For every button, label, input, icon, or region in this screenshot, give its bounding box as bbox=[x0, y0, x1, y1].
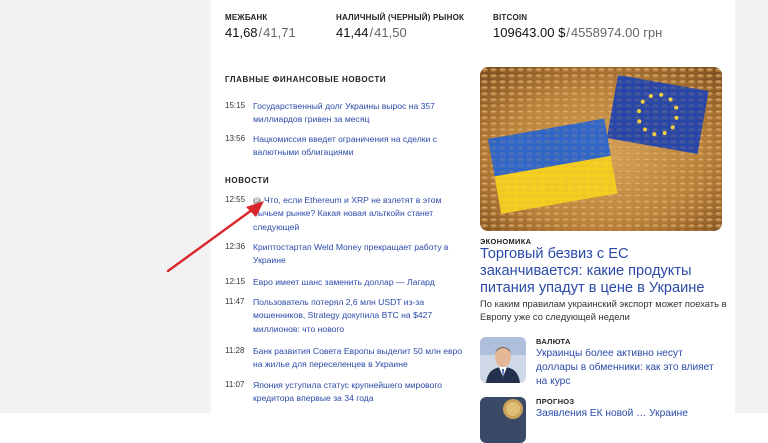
news-time: 11:47 bbox=[225, 297, 245, 306]
news-heading: НОВОСТИ bbox=[225, 176, 270, 185]
interbank-buy: 41,68 bbox=[225, 25, 258, 40]
side-item-thumbnail[interactable] bbox=[480, 337, 526, 383]
interbank-sell: 41,71 bbox=[263, 25, 296, 40]
bitcoin-rate[interactable]: BITCOIN 109643.00 $/4558974.00 грн bbox=[493, 13, 662, 40]
person-photo-icon bbox=[480, 337, 526, 383]
featured-image-art bbox=[480, 67, 722, 231]
news-time: 13:56 bbox=[225, 134, 246, 143]
right-gutter bbox=[735, 0, 768, 413]
cash-rate[interactable]: НАЛИЧНЫЙ (ЧЕРНЫЙ) РЫНОК 41,44/41,50 bbox=[336, 13, 464, 40]
news-title-link[interactable]: Криптостартап Weld Money прекращает рабо… bbox=[253, 241, 468, 268]
news-title-link[interactable]: Государственный долг Украины вырос на 35… bbox=[253, 100, 468, 127]
news-title-link[interactable]: Япония уступила статус крупнейшего миров… bbox=[253, 379, 468, 406]
news-title-link[interactable]: Банк развития Совета Европы выделит 50 м… bbox=[253, 345, 468, 372]
featured-category[interactable]: ЭКОНОМИКА bbox=[480, 237, 531, 246]
news-title-link[interactable]: Пользователь потерял 2,6 млн USDT из-за … bbox=[253, 296, 468, 336]
cash-value: 41,44/41,50 bbox=[336, 25, 407, 40]
bitcoin-uah: 4558974.00 грн bbox=[570, 25, 663, 40]
red-arrow-annotation bbox=[166, 201, 264, 273]
news-title-link[interactable]: P Что, если Ethereum и XRP не взлетят в э… bbox=[253, 194, 468, 234]
featured-image[interactable] bbox=[480, 67, 722, 231]
side-title-link[interactable]: Украинцы более активно несут доллары в о… bbox=[536, 347, 726, 389]
side-item-thumbnail[interactable] bbox=[480, 397, 526, 443]
news-title-link[interactable]: Нацкомиссия введет ограничения на сделки… bbox=[253, 133, 468, 160]
cash-sell: 41,50 bbox=[374, 25, 407, 40]
main-finance-heading: ГЛАВНЫЕ ФИНАНСОВЫЕ НОВОСТИ bbox=[225, 75, 387, 84]
side-category[interactable]: ПРОГНОЗ bbox=[536, 397, 574, 406]
bitcoin-label: BITCOIN bbox=[493, 13, 528, 22]
bitcoin-usd: 109643.00 $ bbox=[493, 25, 566, 40]
cash-buy: 41,44 bbox=[336, 25, 369, 40]
news-time: 11:07 bbox=[225, 380, 245, 389]
news-time: 11:28 bbox=[225, 346, 245, 355]
interbank-rate[interactable]: МЕЖБАНК 41,68/41,71 bbox=[225, 13, 296, 40]
featured-lead: По каким правилам украинский экспорт мож… bbox=[480, 298, 727, 322]
side-category[interactable]: ВАЛЮТА bbox=[536, 337, 571, 346]
cash-label: НАЛИЧНЫЙ (ЧЕРНЫЙ) РЫНОК bbox=[336, 13, 465, 22]
interbank-label: МЕЖБАНК bbox=[225, 13, 268, 22]
news-time: 15:15 bbox=[225, 101, 246, 110]
interbank-value: 41,68/41,71 bbox=[225, 25, 296, 40]
news-title-text: Что, если Ethereum и XRP не взлетят в эт… bbox=[253, 195, 442, 232]
featured-title-link[interactable]: Торговый безвиз с ЕС заканчивается: каки… bbox=[480, 246, 730, 297]
news-title-link[interactable]: Евро имеет шанс заменить доллар — Лагард bbox=[253, 276, 468, 289]
bitcoin-value: 109643.00 $/4558974.00 грн bbox=[493, 25, 663, 40]
coin-photo-icon bbox=[480, 397, 526, 443]
side-title-link[interactable]: Заявления ЕК новой … Украине bbox=[536, 407, 726, 421]
